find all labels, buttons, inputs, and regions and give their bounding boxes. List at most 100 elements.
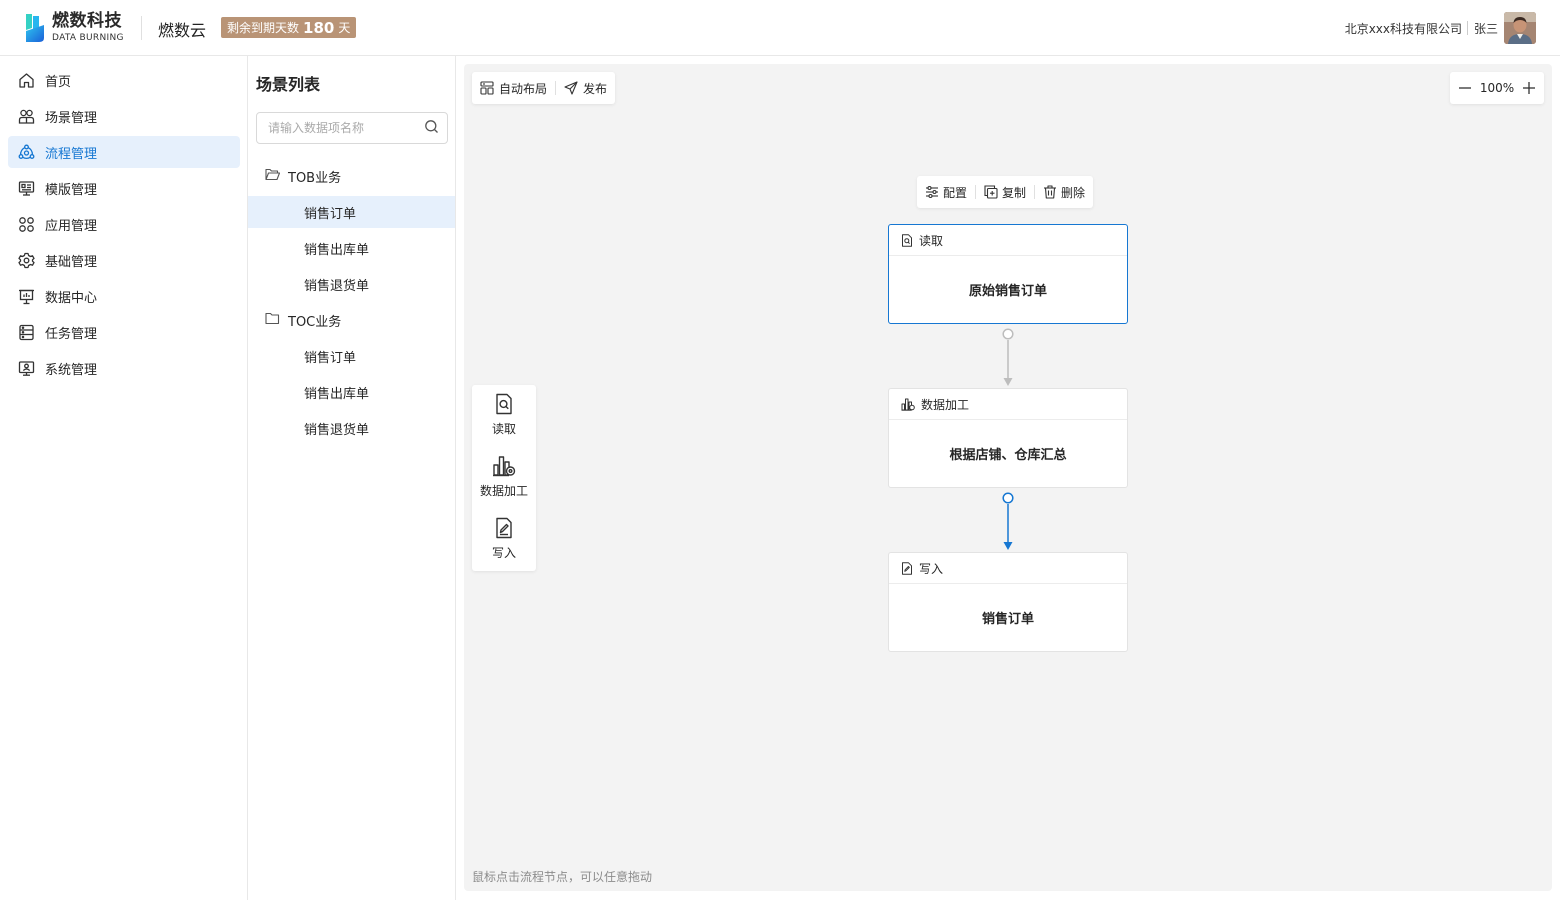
- scene-list-panel: 场景列表 TOB业务 销售订单 销售出库单 销售退货单 TOC业务 销售订单 销…: [248, 56, 456, 900]
- logo-title: 燃数科技: [52, 11, 122, 31]
- zoom-out-icon[interactable]: [1458, 81, 1472, 95]
- product-name: 燃数云: [158, 21, 207, 40]
- node-header: 读取: [889, 225, 1127, 256]
- node-palette: 读取 数据加工 写入: [472, 385, 536, 571]
- brand-logo[interactable]: 燃数科技 DATA BURNING: [24, 12, 124, 44]
- copy-icon: [984, 185, 998, 199]
- sidebar-item-apps[interactable]: 应用管理: [8, 208, 240, 240]
- flow-canvas[interactable]: 自动布局 发布 100% 读取 数据加工 写入 配置 复制 删除 读取 原始销售…: [464, 64, 1552, 891]
- flow-node-write[interactable]: 写入 销售订单: [888, 552, 1128, 652]
- user-divider: [1467, 21, 1468, 35]
- company-name[interactable]: 北京xxx科技有限公司: [1345, 20, 1462, 37]
- send-icon: [564, 81, 578, 95]
- sidebar-item-home[interactable]: 首页: [8, 64, 240, 96]
- sidebar-item-basics[interactable]: 基础管理: [8, 244, 240, 276]
- logo-subtitle: DATA BURNING: [52, 33, 124, 43]
- sidebar-item-system[interactable]: 系统管理: [8, 352, 240, 384]
- auto-layout-label: 自动布局: [499, 81, 548, 96]
- zoom-in-icon[interactable]: [1522, 81, 1536, 95]
- users-icon: [17, 107, 35, 125]
- flow-node-process[interactable]: 数据加工 根据店铺、仓库汇总: [888, 388, 1128, 488]
- sidebar-item-label: 基础管理: [45, 254, 98, 270]
- scene-search[interactable]: [256, 112, 448, 144]
- node-title: 根据店铺、仓库汇总: [949, 448, 1067, 463]
- sidebar-item-label: 数据中心: [45, 290, 98, 306]
- delete-button[interactable]: 删除: [1043, 184, 1085, 201]
- gear-icon: [17, 251, 35, 269]
- node-header: 数据加工: [889, 389, 1127, 420]
- top-header: 燃数科技 DATA BURNING 燃数云 剩余到期天数 180 天 北京xxx…: [0, 0, 1560, 56]
- system-icon: [17, 359, 35, 377]
- search-input[interactable]: [268, 121, 424, 135]
- sidebar-item-label: 模版管理: [45, 182, 98, 198]
- tree-item[interactable]: 销售出库单: [248, 376, 455, 408]
- home-icon: [17, 71, 35, 89]
- palette-item-read[interactable]: 读取: [472, 393, 536, 449]
- node-title: 原始销售订单: [968, 284, 1047, 299]
- sidebar-item-templates[interactable]: 模版管理: [8, 172, 240, 204]
- delete-label: 删除: [1061, 185, 1086, 200]
- auto-layout-button[interactable]: 自动布局: [480, 80, 547, 97]
- copy-label: 复制: [1002, 185, 1027, 200]
- tree-item[interactable]: 销售退货单: [248, 268, 455, 300]
- expiry-suffix: 天: [338, 21, 351, 35]
- file-edit-icon: [902, 561, 912, 575]
- task-icon: [17, 323, 35, 341]
- monitor-chart-icon: [17, 287, 35, 305]
- tree-item[interactable]: 销售出库单: [248, 232, 455, 264]
- tree-group-tob[interactable]: TOB业务: [248, 160, 455, 192]
- publish-button[interactable]: 发布: [564, 80, 607, 97]
- data-process-icon: [493, 456, 516, 477]
- expiry-badge: 剩余到期天数 180 天: [221, 17, 357, 38]
- tree-item[interactable]: 销售订单: [248, 340, 455, 372]
- avatar[interactable]: [1504, 12, 1536, 44]
- tree-item[interactable]: 销售退货单: [248, 412, 455, 444]
- sidebar-item-label: 系统管理: [45, 362, 98, 378]
- flow-icon: [17, 143, 35, 161]
- palette-label: 读取: [491, 422, 516, 436]
- sidebar-item-label: 任务管理: [45, 326, 98, 342]
- tree-item[interactable]: 销售订单: [248, 196, 455, 228]
- tree-group-toc[interactable]: TOC业务: [248, 304, 455, 336]
- config-button[interactable]: 配置: [925, 184, 967, 201]
- sliders-icon: [926, 185, 938, 199]
- copy-button[interactable]: 复制: [984, 184, 1026, 201]
- header-divider: [141, 16, 142, 40]
- search-icon[interactable]: [424, 119, 439, 138]
- layout-icon: [480, 81, 494, 95]
- node-type: 读取: [919, 233, 944, 248]
- user-name[interactable]: 张三: [1474, 20, 1498, 37]
- sidebar-item-label: 首页: [45, 74, 72, 90]
- sidebar-item-scenes[interactable]: 场景管理: [8, 100, 240, 132]
- palette-label: 写入: [491, 546, 516, 560]
- palette-label: 数据加工: [479, 484, 528, 498]
- flow-node-read[interactable]: 读取 原始销售订单: [888, 224, 1128, 324]
- node-type: 写入: [919, 561, 944, 576]
- publish-label: 发布: [583, 81, 608, 96]
- sidebar-item-data-center[interactable]: 数据中心: [8, 280, 240, 312]
- palette-item-write[interactable]: 写入: [472, 517, 536, 573]
- sidebar-nav: 首页 场景管理 流程管理 模版管理 应用管理 基础管理 数据中心 任务管理 系统…: [0, 56, 248, 900]
- sidebar-item-flows[interactable]: 流程管理: [8, 136, 240, 168]
- sidebar-item-label: 应用管理: [45, 218, 98, 234]
- node-type: 数据加工: [921, 397, 970, 412]
- trash-icon: [1044, 185, 1057, 199]
- zoom-control: 100%: [1450, 72, 1544, 104]
- file-search-icon: [902, 233, 912, 247]
- zoom-level: 100%: [1479, 81, 1515, 95]
- action-divider: [975, 185, 977, 199]
- sidebar-item-label: 流程管理: [45, 146, 98, 162]
- expiry-days: 180: [303, 18, 335, 37]
- file-search-icon: [496, 393, 512, 415]
- sidebar-item-label: 场景管理: [45, 110, 98, 126]
- tree-group-label: TOC业务: [288, 314, 342, 330]
- panel-title: 场景列表: [256, 75, 321, 94]
- expiry-prefix: 剩余到期天数: [227, 21, 300, 35]
- toolbar-divider: [555, 81, 557, 95]
- folder-icon: [265, 312, 280, 329]
- palette-item-process[interactable]: 数据加工: [472, 455, 536, 511]
- tree-group-label: TOB业务: [288, 170, 342, 186]
- node-title: 销售订单: [981, 612, 1034, 627]
- sidebar-item-tasks[interactable]: 任务管理: [8, 316, 240, 348]
- template-icon: [17, 179, 35, 197]
